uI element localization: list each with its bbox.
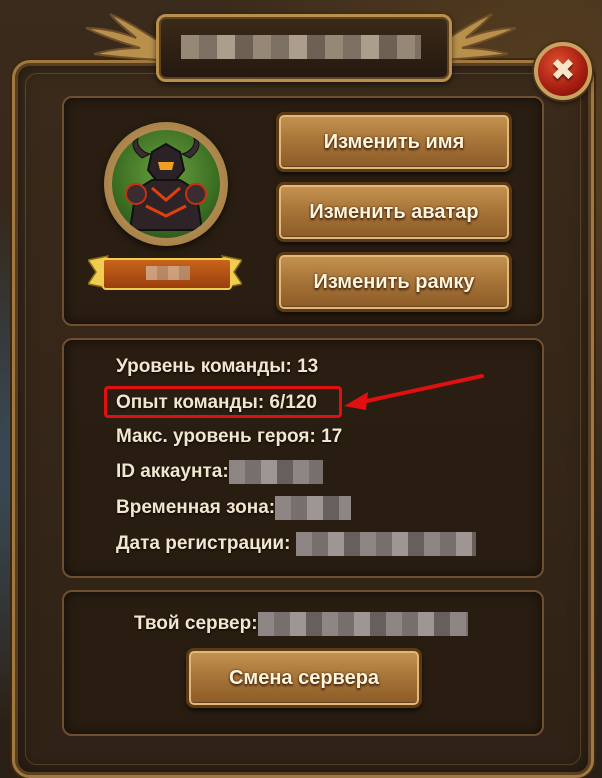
- red-arrow-annotation: [344, 374, 484, 410]
- team-level-value: 13: [297, 356, 319, 377]
- team-exp-highlight: [104, 386, 342, 418]
- account-id-row: ID аккаунта:: [116, 460, 323, 484]
- max-hero-level-label: Макс. уровень героя:: [116, 426, 316, 447]
- change-avatar-button[interactable]: Изменить аватар: [276, 182, 512, 242]
- timezone-row: Временная зона:: [116, 496, 352, 520]
- registration-date-row: Дата регистрации:: [116, 532, 476, 556]
- account-id-label: ID аккаунта:: [116, 461, 229, 483]
- close-button[interactable]: ✖: [534, 42, 592, 100]
- change-server-button[interactable]: Смена сервера: [186, 648, 422, 708]
- server-label: Твой сервер:: [134, 613, 258, 635]
- player-name: [146, 266, 190, 280]
- registration-date-label: Дата регистрации:: [116, 533, 291, 555]
- player-name-plate: [102, 258, 232, 290]
- change-name-button[interactable]: Изменить имя: [276, 112, 512, 172]
- timezone-label: Временная зона:: [116, 497, 276, 519]
- title-plaque: [156, 14, 452, 82]
- server-row: Твой сервер:: [134, 612, 468, 636]
- server-value-redacted: [257, 612, 468, 636]
- window-title: [181, 35, 421, 59]
- armored-hero-icon: [125, 137, 207, 231]
- close-icon: ✖: [550, 53, 576, 88]
- registration-date-value-redacted: [295, 532, 476, 556]
- player-name-banner: [88, 250, 242, 294]
- change-frame-button[interactable]: Изменить рамку: [276, 252, 512, 312]
- timezone-value-redacted: [275, 496, 352, 520]
- max-hero-level-row: Макс. уровень героя: 17: [116, 426, 342, 448]
- team-level-row: Уровень команды: 13: [116, 356, 318, 378]
- max-hero-level-value: 17: [321, 426, 343, 447]
- avatar: [112, 130, 220, 238]
- account-id-value-redacted: [228, 460, 323, 484]
- team-level-label: Уровень команды:: [116, 356, 292, 377]
- avatar-frame[interactable]: [104, 122, 228, 246]
